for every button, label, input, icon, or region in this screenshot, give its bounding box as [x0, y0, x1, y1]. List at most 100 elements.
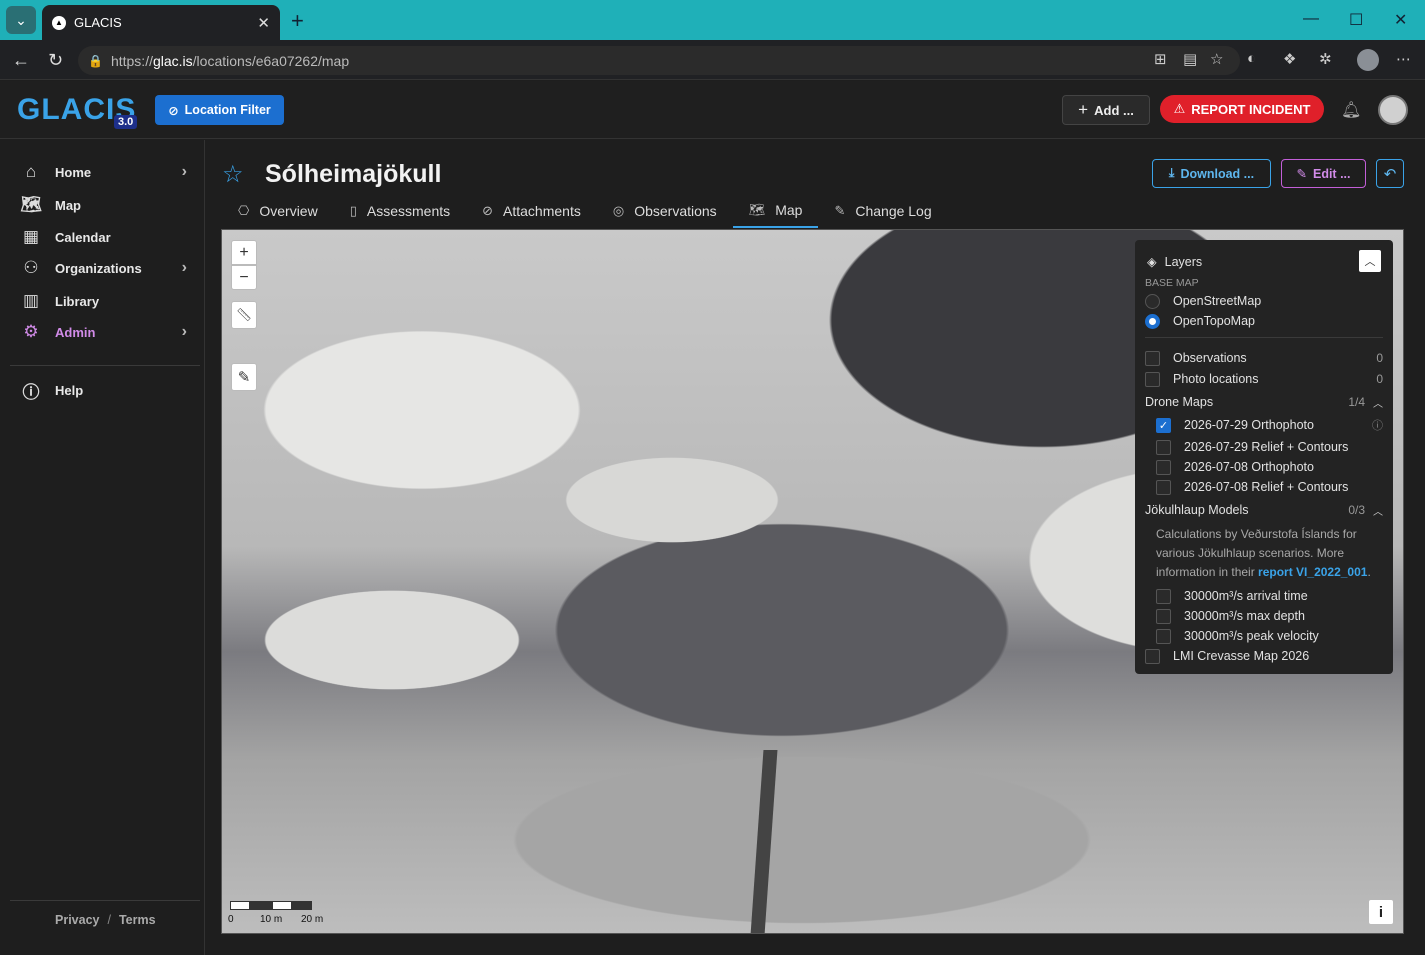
extension2-icon[interactable]: ❖ [1283, 50, 1296, 68]
location-filter-button[interactable]: ⊘ Location Filter [155, 95, 284, 125]
tab-actions-menu-button[interactable]: ⌄ [6, 6, 36, 34]
draw-button[interactable]: ✎ [231, 363, 257, 391]
back-arrow-icon[interactable]: ← [12, 50, 30, 71]
sidebar-item-calendar[interactable]: ▦ Calendar [20, 223, 195, 251]
checkbox[interactable] [1156, 628, 1171, 644]
map-info-button[interactable]: i [1369, 900, 1393, 924]
base-map-option-osm[interactable]: OpenStreetMap [1145, 291, 1383, 311]
chevron-up-icon[interactable]: ︿ [1373, 503, 1383, 518]
zoom-out-button[interactable]: − [231, 265, 257, 290]
checkbox[interactable] [1156, 608, 1171, 624]
sidebar-item-label: Organizations [55, 260, 142, 276]
sidebar-item-label: Map [55, 197, 81, 213]
layer-label: Photo locations [1173, 372, 1259, 386]
layer-jokulhlaup-model[interactable]: 30000m³/s arrival time [1156, 586, 1383, 606]
checkbox[interactable] [1156, 439, 1171, 455]
new-tab-button[interactable]: + [291, 8, 304, 34]
checkbox[interactable] [1145, 371, 1160, 387]
sidebar-item-label: Home [55, 164, 92, 180]
layer-label: 2026-07-29 Orthophoto [1184, 418, 1314, 432]
minimize-button[interactable]: — [1303, 10, 1319, 28]
layers-collapse-button[interactable]: ︿ [1359, 250, 1381, 272]
zoom-in-button[interactable]: + [231, 240, 257, 265]
report-incident-button[interactable]: ⚠ REPORT INCIDENT [1160, 95, 1324, 123]
bell-icon[interactable]: 🔔︎ [1341, 100, 1361, 120]
privacy-link[interactable]: Privacy [55, 913, 99, 927]
map-icon: 🗺︎ [748, 202, 766, 217]
tab-overview[interactable]: ⎔ Overview [222, 194, 334, 228]
download-icon: ⤓ [1168, 166, 1175, 180]
browser-tabbar: ⌄ ▲ GLACIS ✕ + — ☐ ✕ [0, 0, 1425, 40]
layer-label: 30000m³/s arrival time [1184, 589, 1308, 603]
apps-icon[interactable]: ⊞ [1154, 50, 1167, 68]
terms-link[interactable]: Terms [119, 913, 156, 927]
layer-drone-map[interactable]: ✓ 2026-07-29 Orthophoto ⓘ [1156, 415, 1383, 435]
checkbox[interactable] [1145, 350, 1160, 366]
info-icon[interactable]: ⓘ [1372, 417, 1383, 433]
layer-observations[interactable]: Observations 0 [1145, 348, 1383, 368]
layer-jokulhlaup-model[interactable]: 30000m³/s max depth [1156, 606, 1383, 626]
layer-label: 2026-07-08 Orthophoto [1184, 460, 1314, 474]
measure-ruler-button[interactable]: 📏︎ [231, 301, 257, 329]
tab-change-log[interactable]: ✎ Change Log [818, 194, 947, 228]
browser-menu-icon[interactable]: ⋯ [1396, 50, 1411, 68]
download-button[interactable]: ⤓ Download ... [1152, 159, 1271, 188]
sidebar-item-home[interactable]: ⌂ Home › [20, 158, 195, 186]
gear-icon: ⚙ [23, 322, 39, 341]
tab-assessments[interactable]: ▯ Assessments [334, 194, 466, 228]
sidebar-item-library[interactable]: ▥ Library [20, 287, 195, 315]
extension-icon[interactable]: ◐ [1247, 50, 1256, 67]
overview-icon: ⎔ [238, 203, 250, 218]
checkbox[interactable] [1145, 648, 1160, 664]
checkbox[interactable] [1156, 588, 1171, 604]
report-link[interactable]: report VI_2022_001 [1258, 565, 1367, 579]
help-icon: ⓘ [22, 382, 40, 402]
layer-drone-map[interactable]: 2026-07-29 Relief + Contours [1156, 437, 1383, 457]
location-tabs: ⎔ Overview ▯ Assessments ⊘ Attachments ◎ Obs… [222, 194, 948, 228]
sidebar-item-label: Calendar [55, 229, 111, 245]
maximize-button[interactable]: ☐ [1349, 10, 1363, 30]
edit-button[interactable]: ✎ Edit ... [1281, 159, 1366, 188]
check-icon: ✓ [1158, 419, 1169, 432]
layer-jokulhlaup-model[interactable]: 30000m³/s peak velocity [1156, 626, 1383, 646]
tab-label: Change Log [855, 203, 932, 219]
close-window-button[interactable]: ✕ [1394, 10, 1407, 30]
tab-close-icon[interactable]: ✕ [257, 14, 270, 32]
undo-back-button[interactable]: ↶ [1376, 159, 1404, 188]
sidebar-item-help[interactable]: ⓘ Help [20, 376, 195, 404]
checkbox-checked[interactable]: ✓ [1156, 417, 1171, 433]
layers-header: ◈ Layers [1147, 254, 1202, 270]
chevron-up-icon[interactable]: ︿ [1373, 395, 1383, 410]
puzzle-icon[interactable]: ✲ [1319, 50, 1332, 68]
radio-button-selected[interactable] [1145, 313, 1160, 329]
sidebar-item-map[interactable]: 🗺︎ Map [20, 191, 195, 219]
browser-profile-avatar[interactable] [1357, 49, 1379, 71]
layer-label: Observations [1173, 351, 1247, 365]
page-title: Sólheimajökull [265, 160, 442, 188]
undo-arrow-icon: ↶ [1383, 165, 1397, 183]
layer-photo-locations[interactable]: Photo locations 0 [1145, 369, 1383, 389]
reload-icon[interactable]: ↻ [48, 50, 63, 71]
base-map-option-opentopo[interactable]: OpenTopoMap [1145, 311, 1383, 331]
jokulhlaup-group-header[interactable]: Jökulhlaup Models 0/3 ︿ [1145, 500, 1383, 520]
user-avatar[interactable] [1378, 95, 1408, 125]
sidebar-item-organizations[interactable]: ⚇ Organizations › [20, 254, 195, 282]
tab-observations[interactable]: ◎ Observations [597, 194, 733, 228]
drone-maps-group-header[interactable]: Drone Maps 1/4 ︿ [1145, 392, 1383, 412]
radio-button[interactable] [1145, 293, 1160, 309]
layer-crevasse-map[interactable]: LMI Crevasse Map 2026 [1145, 646, 1383, 666]
browser-tab[interactable]: ▲ GLACIS ✕ [42, 5, 280, 40]
reader-icon[interactable]: ▤ [1183, 50, 1197, 68]
favorite-star-icon[interactable]: ☆ [1210, 50, 1223, 68]
layer-drone-map[interactable]: 2026-07-08 Relief + Contours [1156, 477, 1383, 497]
layer-drone-map[interactable]: 2026-07-08 Orthophoto [1156, 457, 1383, 477]
tab-attachments[interactable]: ⊘ Attachments [466, 194, 597, 228]
tab-map[interactable]: 🗺︎ Map [732, 194, 819, 228]
checkbox[interactable] [1156, 459, 1171, 475]
sidebar-item-admin[interactable]: ⚙ Admin › [20, 318, 195, 346]
address-bar[interactable]: 🔒 https://glac.is/locations/e6a07262/map [78, 46, 1240, 75]
checkbox[interactable] [1156, 479, 1171, 495]
add-button[interactable]: + Add ... [1062, 95, 1150, 125]
base-map-label: OpenTopoMap [1173, 314, 1256, 328]
favorite-star-icon[interactable]: ☆ [222, 160, 244, 189]
